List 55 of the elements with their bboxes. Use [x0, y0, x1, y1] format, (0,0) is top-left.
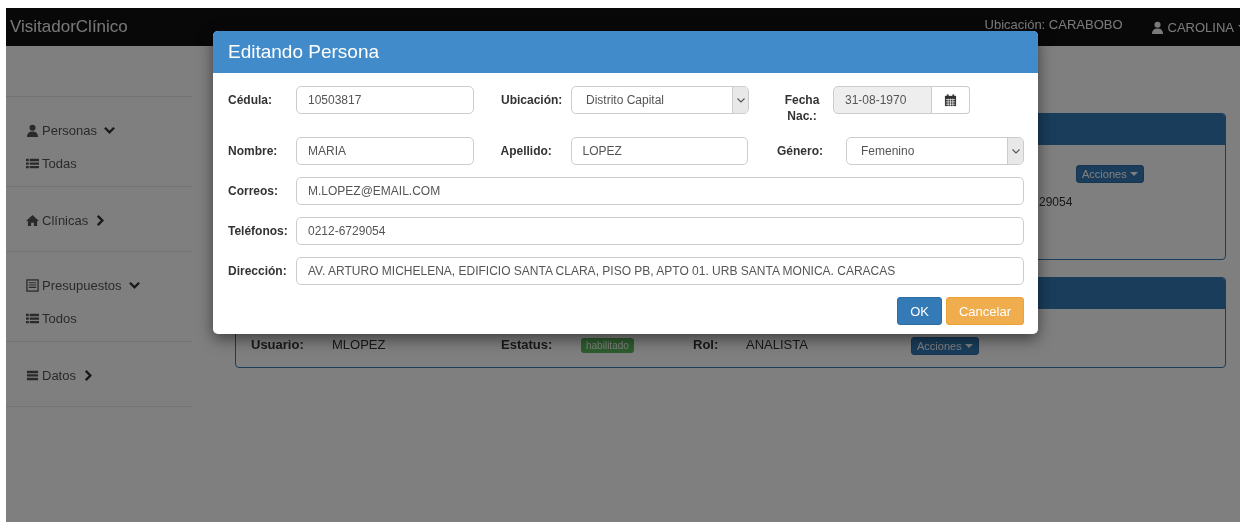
input-field[interactable]: 10503817: [296, 86, 474, 114]
field-label: Correos:: [228, 183, 279, 200]
ok-button[interactable]: OK: [897, 297, 942, 325]
caret-icon: [964, 344, 973, 348]
sidebar-item[interactable]: Datos: [26, 364, 192, 386]
actions-button[interactable]: Acciones: [911, 337, 979, 355]
subitem-label: Todos: [42, 310, 77, 326]
list-icon: [26, 311, 39, 325]
select-field[interactable]: Femenino: [846, 137, 1024, 165]
field-label: Estatus:: [501, 337, 554, 352]
home-icon: [26, 213, 39, 227]
sidebar-item[interactable]: Personas: [26, 119, 192, 141]
list-icon: [26, 278, 39, 292]
sidebar-item[interactable]: Presupuestos: [26, 274, 192, 296]
section-label: Datos: [42, 367, 76, 383]
user-menu[interactable]: CAROLINA: [1150, 19, 1240, 35]
section-label: Personas: [42, 122, 97, 138]
section-label: Clínicas: [42, 212, 89, 228]
field-label: Apellido:: [500, 143, 553, 160]
location-text: Ubicación: CARABOBO: [984, 16, 1123, 32]
calendar-button[interactable]: [932, 86, 970, 114]
field-label: Rol:: [693, 337, 720, 352]
input-field[interactable]: AV. ARTURO MICHELENA, EDIFICIO SANTA CLARA, PISO PB, APTO 01. URB SANTA MONICA. CARACAS: [296, 257, 1024, 285]
section-label: Presupuestos: [42, 277, 122, 293]
input-field[interactable]: 0212-6729054: [296, 217, 1024, 245]
input-field[interactable]: LOPEZ: [570, 137, 748, 165]
brand-link[interactable]: VisitadorClínico: [10, 17, 128, 37]
user-icon: [1150, 20, 1164, 34]
input-field[interactable]: M.LOPEZ@EMAIL.COM: [296, 177, 1024, 205]
field-label: Ubicación:: [501, 92, 564, 109]
sidebar-subitem[interactable]: Todas: [26, 152, 192, 174]
date-field[interactable]: 31-08-1970: [833, 86, 932, 114]
field-value: MLOPEZ: [332, 337, 386, 352]
field-label: Fecha Nac.:: [783, 92, 821, 124]
modal-title: Editando Persona: [228, 41, 380, 63]
list-icon: [26, 156, 39, 170]
field-label: Teléfonos:: [228, 223, 289, 240]
person-icon: [26, 123, 39, 137]
status-badge: habilitado: [581, 338, 634, 353]
actions-button[interactable]: Acciones: [1076, 165, 1144, 183]
sidebar-item[interactable]: Clínicas: [26, 209, 192, 231]
select-field[interactable]: Distrito Capital: [571, 86, 749, 114]
field-label: Cédula:: [228, 92, 273, 109]
field-label: Dirección:: [228, 263, 288, 280]
caret-icon: [1129, 172, 1138, 176]
subitem-label: Todas: [42, 155, 77, 171]
stack-icon: [26, 368, 39, 382]
field-value: ANALISTA: [746, 337, 808, 352]
sidebar-subitem[interactable]: Todos: [26, 307, 192, 329]
input-field[interactable]: MARIA: [296, 137, 474, 165]
calendar-icon: [944, 93, 957, 107]
field-label: Género:: [777, 143, 824, 160]
field-label: Nombre:: [228, 143, 279, 160]
phone-text: 29054: [1039, 195, 1074, 209]
field-label: Usuario:: [251, 337, 305, 352]
